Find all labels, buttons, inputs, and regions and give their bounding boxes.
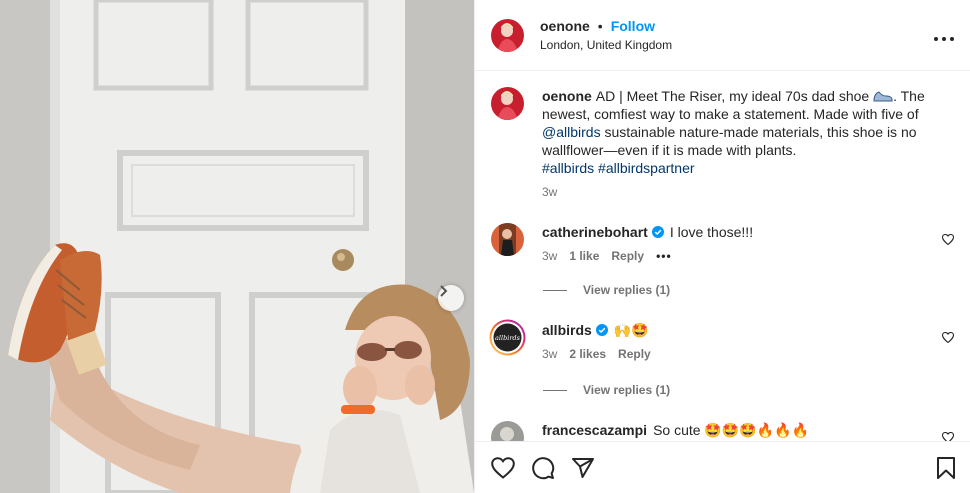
verified-badge-icon — [651, 226, 664, 238]
follow-button[interactable]: Follow — [611, 18, 655, 34]
comment-body: allbirds 🙌🤩 3w 2 likes Reply — [542, 321, 663, 362]
post-actions-bar — [475, 441, 970, 493]
caption-hashtags[interactable]: #allbirds #allbirdspartner — [542, 160, 695, 176]
comment-meta: 3w 1 like Reply ••• — [542, 249, 753, 263]
reply-button[interactable]: Reply — [618, 347, 651, 361]
comment-line: catherinebohart I love those!!! — [542, 223, 753, 241]
post-location[interactable]: London, United Kingdom — [540, 38, 672, 52]
post-header: oenone • Follow London, United Kingdom — [475, 0, 970, 71]
comments-section[interactable]: oenone AD | Meet The Riser, my ideal 70s … — [475, 71, 970, 441]
bookmark-icon[interactable] — [936, 457, 956, 482]
commenter-avatar[interactable]: allbirds — [489, 319, 526, 356]
caption-timestamp[interactable]: 3w — [542, 183, 932, 201]
comment-text: I love those!!! — [669, 224, 754, 240]
caption-text-1: AD | Meet The Riser, my ideal 70s dad sh… — [595, 88, 870, 104]
comment-likes[interactable]: 2 likes — [569, 347, 606, 361]
caption-mention-link[interactable]: @allbirds — [542, 124, 601, 140]
replies-line — [543, 389, 567, 391]
next-photo-button[interactable] — [438, 285, 464, 311]
comment-line: allbirds 🙌🤩 — [542, 321, 663, 339]
comment-username[interactable]: francescazampi — [542, 422, 647, 438]
comment-username[interactable]: catherinebohart — [542, 224, 648, 240]
commenter-avatar[interactable] — [491, 223, 524, 256]
comment-item: allbirds allbirds 🙌🤩 3w 2 likes Reply — [489, 319, 955, 362]
comment-item: catherinebohart I love those!!! 3w 1 lik… — [491, 223, 955, 263]
caption-body: oenone AD | Meet The Riser, my ideal 70s … — [542, 87, 932, 201]
post-sidebar: oenone • Follow London, United Kingdom o… — [474, 0, 970, 493]
view-replies-button[interactable]: View replies (1) — [543, 383, 954, 397]
comment-text: 🙌🤩 — [613, 321, 649, 338]
comment-time[interactable]: 3w — [542, 249, 557, 263]
comment-like-heart-icon[interactable] — [941, 330, 955, 346]
caption-username[interactable]: oenone — [542, 88, 592, 104]
comment-line: francescazampi So cute 🤩🤩🤩🔥🔥🔥 — [542, 421, 809, 439]
reply-button[interactable]: Reply — [611, 249, 644, 263]
verified-badge-icon — [595, 324, 608, 336]
shoe-emoji-icon — [873, 88, 893, 104]
header-line: oenone • Follow — [540, 18, 672, 34]
comment-icon[interactable] — [531, 456, 555, 480]
photo-illustration — [0, 0, 474, 493]
share-icon[interactable] — [571, 457, 595, 479]
separator-dot: • — [597, 18, 603, 34]
author-avatar[interactable] — [491, 18, 524, 52]
header-text: oenone • Follow London, United Kingdom — [540, 18, 672, 52]
caption-avatar[interactable] — [491, 87, 524, 120]
allbirds-logo-text: allbirds — [495, 334, 521, 342]
comment-like-heart-icon[interactable] — [941, 430, 955, 441]
more-options-button[interactable] — [932, 24, 956, 48]
instagram-post: oenone • Follow London, United Kingdom o… — [0, 0, 970, 493]
post-photo[interactable] — [0, 0, 474, 493]
heart-icon[interactable] — [491, 456, 515, 479]
comment-text: So cute 🤩🤩🤩🔥🔥🔥 — [653, 421, 810, 438]
post-caption: oenone AD | Meet The Riser, my ideal 70s … — [491, 87, 954, 201]
comment-like-heart-icon[interactable] — [941, 232, 955, 248]
view-replies-label: View replies (1) — [583, 383, 671, 397]
more-options-icon — [934, 28, 954, 44]
commenter-avatar[interactable] — [491, 421, 524, 441]
comment-username[interactable]: allbirds — [542, 322, 592, 338]
comment-more-button[interactable]: ••• — [656, 249, 672, 263]
view-replies-label: View replies (1) — [583, 283, 671, 297]
comment-body: francescazampi So cute 🤩🤩🤩🔥🔥🔥 — [542, 421, 809, 441]
author-username[interactable]: oenone — [540, 18, 590, 34]
comment-item: francescazampi So cute 🤩🤩🤩🔥🔥🔥 — [491, 421, 955, 441]
comment-likes[interactable]: 1 like — [569, 249, 599, 263]
replies-line — [543, 289, 567, 291]
comment-body: catherinebohart I love those!!! 3w 1 lik… — [542, 223, 753, 263]
view-replies-button[interactable]: View replies (1) — [543, 283, 954, 297]
comment-time[interactable]: 3w — [542, 347, 557, 361]
comment-meta: 3w 2 likes Reply — [542, 347, 663, 361]
